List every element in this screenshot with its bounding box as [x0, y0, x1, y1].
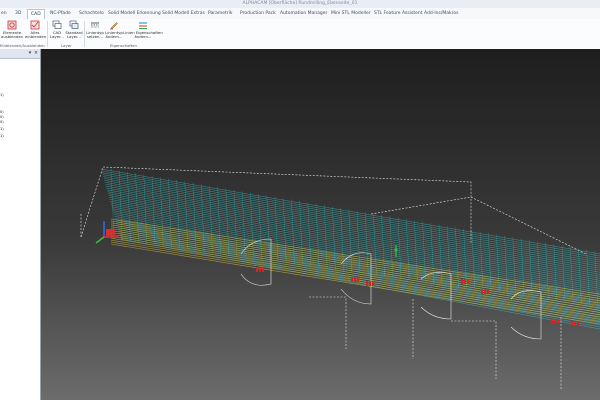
- tab-schachtelo[interactable]: Schachtelo: [79, 10, 104, 18]
- panel-close-icon[interactable]: ×: [33, 50, 39, 56]
- 3d-viewport[interactable]: [41, 49, 600, 400]
- change-linetype-button[interactable]: Linientyp ändern...: [105, 20, 123, 39]
- green-origin-marker: [394, 245, 398, 257]
- tab-mini-stl-modeller[interactable]: Mini STL Modeller: [331, 10, 371, 18]
- show-all-label-2: einblenden: [25, 34, 47, 39]
- tree-item[interactable]: 1): [0, 127, 4, 132]
- hide-elements-icon: [7, 20, 17, 30]
- ribbon-group-separator: [47, 21, 48, 47]
- tab-stl-feature-assistent[interactable]: STL Feature Assistent: [374, 10, 423, 18]
- ribbon-panel: Elemente ausblenden Alles einblenden CAD…: [0, 19, 600, 50]
- change-linetype-label-2: ändern...: [105, 34, 123, 39]
- ribbon-group-separator: [84, 21, 85, 47]
- pencil-icon: [110, 22, 118, 30]
- tab-parametrik[interactable]: Parametrik: [208, 10, 233, 18]
- set-linetype-label-2: setzen...: [86, 34, 104, 39]
- standard-layer-label-2: Layer...: [67, 34, 81, 39]
- tab-3d[interactable]: 3D: [15, 10, 21, 18]
- toolpath-drawing: [80, 166, 600, 389]
- show-all-button[interactable]: Alles einblenden: [25, 20, 47, 39]
- axis-triad-icon: [95, 221, 119, 244]
- tree-item[interactable]: 1): [0, 93, 4, 98]
- cad-layer-button[interactable]: CAD Layer...: [49, 20, 65, 39]
- line-properties-icon: [139, 22, 147, 29]
- tree-item[interactable]: 0): [0, 120, 4, 125]
- line-properties-button[interactable]: Linien Eigenschaften ändern...: [123, 20, 163, 39]
- group-label-properties: Eigenschaften: [110, 43, 137, 48]
- line-properties-label-2: ändern...: [134, 34, 152, 39]
- tree-item[interactable]: 1): [0, 134, 4, 139]
- hide-elements-label-2: ausblenden: [1, 34, 24, 39]
- tab-automation-manager[interactable]: Automation Manager: [280, 10, 327, 18]
- show-all-icon: [30, 20, 40, 30]
- tab-nc-pfade[interactable]: NC-Pfade: [50, 10, 71, 18]
- tab-production-pack[interactable]: Production Pack: [240, 10, 276, 18]
- tab-solid-modell-extras[interactable]: Solid Modell Extras: [162, 10, 205, 18]
- hide-elements-button[interactable]: Elemente ausblenden: [1, 20, 23, 39]
- standard-layers-icon: [69, 20, 79, 29]
- group-label-layer: Layer: [61, 43, 72, 48]
- tab-ansicht[interactable]: en: [1, 10, 7, 18]
- tab-add-ins-makros[interactable]: Add-Ins/Makros: [424, 10, 458, 18]
- cad-layer-label-2: Layer...: [50, 34, 64, 39]
- window-title: ALPHACAM [Oberfläche] Rundmilling_Ebense…: [242, 1, 358, 6]
- standard-layer-button[interactable]: Standard Layer...: [65, 20, 83, 39]
- layers-icon: [52, 20, 62, 29]
- set-linetype-button[interactable]: Linientyp setzen...: [86, 20, 104, 39]
- tab-solid-modell-erkennung[interactable]: Solid Modell Erkennung: [108, 10, 161, 18]
- project-tree-panel: ▾ × 1) 0) 0) 0) 1) 1): [0, 49, 41, 400]
- panel-header: ▾ ×: [0, 49, 40, 59]
- group-label-show-hide: Einblenden/Ausblenden: [0, 43, 45, 48]
- linetype-icon: [91, 22, 99, 28]
